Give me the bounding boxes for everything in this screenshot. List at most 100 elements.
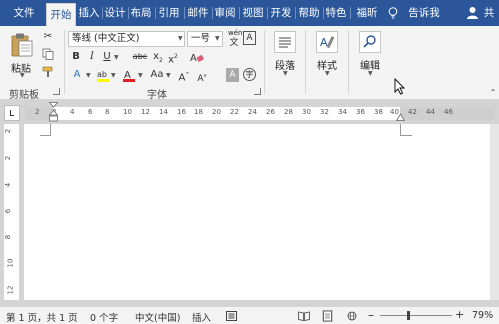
chevron-down-icon[interactable]: ▼ [86, 72, 91, 79]
ribbon-panel: 粘贴 ▼ ✂ 剪贴板 等线 (中文正文) ▼ 一号 ▼ wén 文 A B I … [0, 26, 499, 101]
tab-separator [350, 7, 351, 19]
chevron-down-icon[interactable]: ▼ [166, 72, 171, 79]
ruler-tick-label: 10 [6, 258, 15, 268]
ruler-tick-label: 46 [444, 108, 453, 116]
ruler-tick-label: 2 [35, 108, 40, 116]
font-name-value: 等线 (中文正文) [72, 33, 140, 44]
chevron-down-icon[interactable]: ▼ [114, 54, 119, 61]
text-effects-icon[interactable]: A [70, 68, 84, 82]
phonetic-guide-icon[interactable]: 文 [228, 36, 240, 50]
word-count[interactable]: 0 个字 [90, 310, 118, 324]
web-layout-icon[interactable] [346, 311, 358, 321]
tab-special[interactable]: 特色 [324, 0, 348, 26]
bold-icon[interactable]: B [70, 50, 82, 64]
grow-font-icon[interactable]: A^ [178, 68, 190, 85]
margin-crop-mark [40, 135, 51, 136]
tab-foxit[interactable]: 福昕 [352, 0, 382, 26]
underline-icon[interactable]: U [101, 50, 113, 64]
tab-layout[interactable]: 布局 [129, 0, 153, 26]
right-indent-marker-icon[interactable] [396, 113, 405, 121]
highlight-icon[interactable]: ab [96, 68, 110, 82]
ruler-tick-label: 8 [4, 234, 13, 240]
tab-mailings[interactable]: 邮件 [186, 0, 210, 26]
status-bar: 第 1 页，共 1 页 0 个字 中文(中国) 插入 – + 79% [0, 306, 499, 324]
tell-me-search[interactable]: 告诉我 [406, 0, 442, 26]
ruler-tick-label: 28 [284, 108, 293, 116]
tab-references[interactable]: 引用 [157, 0, 181, 26]
chevron-down-icon[interactable]: ▼ [111, 72, 116, 79]
read-mode-icon[interactable] [298, 311, 310, 321]
tab-home[interactable]: 开始 [46, 3, 76, 26]
tab-selector[interactable] [4, 105, 20, 121]
zoom-level[interactable]: 79% [472, 310, 493, 321]
insert-mode[interactable]: 插入 [192, 310, 211, 324]
chevron-down-icon[interactable]: ▼ [368, 70, 373, 77]
strikethrough-icon[interactable]: abc [131, 50, 149, 64]
enclose-characters-icon[interactable]: 字 [243, 68, 256, 81]
group-separator [264, 30, 265, 94]
margin-crop-mark [400, 135, 412, 136]
font-size-value: 一号 [191, 33, 211, 44]
ruler-tick-label: 8 [105, 108, 110, 116]
document-page[interactable] [24, 124, 499, 300]
clipboard-launcher-icon[interactable] [53, 88, 60, 95]
font-launcher-icon[interactable] [254, 88, 261, 95]
shrink-font-icon[interactable]: Av [196, 69, 208, 86]
svg-text:A: A [190, 53, 197, 63]
ruler-tick-label: 2 [4, 155, 13, 161]
group-separator [305, 30, 306, 94]
tab-help[interactable]: 帮助 [297, 0, 321, 26]
clear-formatting-icon[interactable]: A [190, 51, 204, 63]
ruler-tick-label: 20 [212, 108, 221, 116]
chevron-down-icon[interactable]: ▼ [138, 72, 143, 79]
zoom-out-button[interactable]: – [368, 308, 374, 322]
macro-record-icon[interactable] [226, 311, 237, 321]
copy-icon[interactable] [42, 48, 54, 60]
tab-design[interactable]: 设计 [103, 0, 127, 26]
tab-insert[interactable]: 插入 [77, 0, 101, 26]
font-color-icon[interactable]: A [122, 68, 136, 82]
cut-icon[interactable]: ✂ [42, 30, 54, 44]
tab-review[interactable]: 审阅 [213, 0, 237, 26]
vertical-scrollbar[interactable] [490, 124, 499, 300]
collapse-ribbon-icon[interactable]: ⌃ [488, 86, 498, 100]
svg-text:ab: ab [97, 70, 107, 79]
styles-icon[interactable]: A [316, 31, 338, 53]
indent-marker-icon[interactable] [49, 102, 58, 124]
ruler-tick-label: 32 [320, 108, 329, 116]
chevron-down-icon[interactable]: ▼ [20, 72, 25, 79]
chevron-down-icon[interactable]: ▼ [215, 35, 220, 42]
zoom-in-button[interactable]: + [455, 308, 464, 321]
superscript-icon[interactable]: x2 [167, 50, 179, 67]
paste-icon[interactable] [10, 32, 34, 58]
ruler-tick-label: 42 [408, 108, 417, 116]
account-icon[interactable] [466, 6, 479, 20]
character-border-icon[interactable]: A [243, 31, 256, 45]
ruler-tick-label: 26 [266, 108, 275, 116]
tab-view[interactable]: 视图 [241, 0, 265, 26]
print-layout-icon[interactable] [322, 310, 333, 322]
chevron-down-icon[interactable]: ▼ [325, 70, 330, 77]
search-icon[interactable] [359, 31, 381, 53]
format-painter-icon[interactable] [42, 66, 54, 78]
paragraph-icon[interactable] [274, 31, 296, 53]
zoom-slider[interactable] [380, 315, 452, 316]
share-button[interactable]: 共 [480, 0, 498, 26]
zoom-slider-thumb[interactable] [407, 311, 410, 320]
group-separator [64, 30, 65, 94]
clipboard-group-label: 剪贴板 [9, 90, 39, 101]
language-indicator[interactable]: 中文(中国) [135, 310, 180, 324]
ruler-tick-label: 36 [356, 108, 365, 116]
change-case-icon[interactable]: Aa [149, 68, 165, 82]
italic-icon[interactable]: I [86, 50, 98, 64]
chevron-down-icon[interactable]: ▼ [283, 70, 288, 77]
ruler-tick-label: 34 [338, 108, 347, 116]
page-count[interactable]: 第 1 页，共 1 页 [6, 310, 78, 324]
tab-developer[interactable]: 开发 [269, 0, 293, 26]
font-name-select[interactable]: 等线 (中文正文) [68, 31, 185, 47]
tab-file[interactable]: 文件 [6, 0, 42, 26]
ruler-tick-label: 10 [123, 108, 132, 116]
character-shading-icon[interactable]: A [226, 68, 239, 82]
subscript-icon[interactable]: x2 [152, 50, 164, 68]
chevron-down-icon[interactable]: ▼ [178, 35, 183, 42]
